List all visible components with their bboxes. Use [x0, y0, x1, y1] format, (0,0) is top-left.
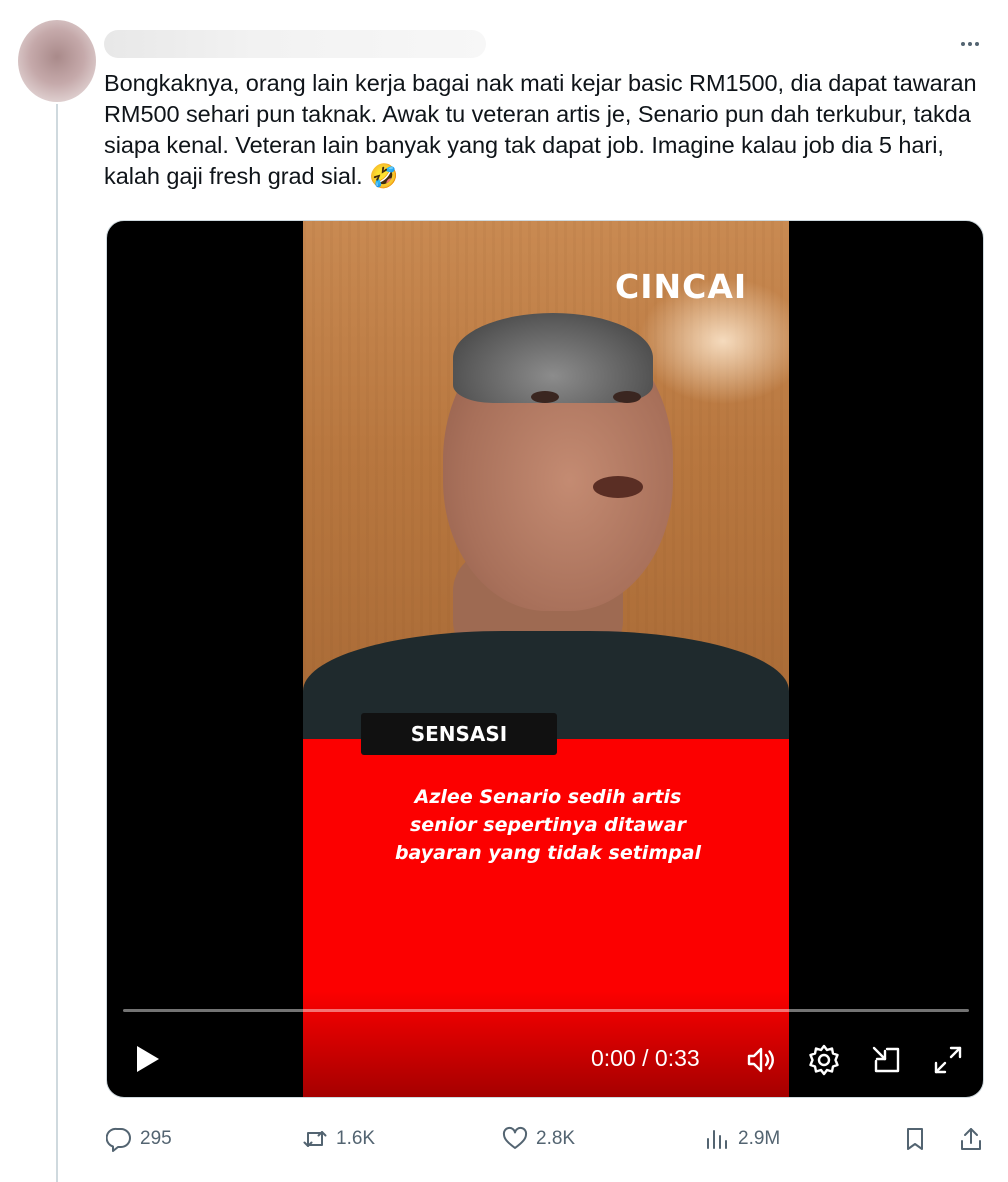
- share-icon: [961, 1128, 981, 1150]
- post-body: Bongkaknya, orang lain kerja bagai nak m…: [104, 70, 977, 189]
- more-options-button[interactable]: [952, 30, 988, 58]
- views-chart-icon: [707, 1130, 727, 1149]
- action-bar: 295 1.6K 2.8K 2.9M: [106, 1122, 986, 1156]
- bookmark-icon: [907, 1128, 923, 1150]
- person-eye: [531, 391, 559, 403]
- like-count: 2.8K: [536, 1128, 576, 1149]
- avatar[interactable]: [18, 20, 96, 102]
- bookmark-button[interactable]: [902, 1122, 928, 1156]
- share-button[interactable]: [958, 1122, 984, 1156]
- person-mouth: [593, 476, 643, 498]
- settings-gear-icon[interactable]: [807, 1043, 841, 1077]
- post-text: Bongkaknya, orang lain kerja bagai nak m…: [104, 68, 984, 192]
- author-name-redacted[interactable]: [104, 30, 486, 58]
- person-eye: [613, 391, 641, 403]
- category-tag: SENSASI: [361, 713, 557, 755]
- headline-line: senior sepertinya ditawar: [409, 814, 687, 836]
- picture-in-picture-icon[interactable]: [869, 1043, 903, 1077]
- repost-count: 1.6K: [336, 1128, 376, 1149]
- video-headline: Azlee Senario sedih artis senior seperti…: [343, 783, 753, 867]
- headline-line: bayaran yang tidak setimpal: [394, 842, 702, 864]
- views-count: 2.9M: [738, 1128, 781, 1149]
- repost-button[interactable]: 1.6K: [302, 1122, 375, 1156]
- play-icon[interactable]: [131, 1043, 163, 1075]
- like-button[interactable]: 2.8K: [502, 1122, 575, 1156]
- video-player[interactable]: CINCAI SENSASI Azlee Senario sedih artis…: [106, 220, 984, 1098]
- repost-icon: [303, 1131, 327, 1147]
- fullscreen-icon[interactable]: [931, 1043, 965, 1077]
- thread-line: [56, 104, 58, 1182]
- video-time: 0:00 / 0:33: [591, 1045, 700, 1071]
- person-hair: [453, 313, 653, 403]
- heart-icon: [502, 1126, 528, 1149]
- more-dot-icon: [961, 42, 965, 46]
- more-dot-icon: [975, 42, 979, 46]
- headline-line: Azlee Senario sedih artis: [414, 786, 682, 808]
- more-dot-icon: [968, 42, 972, 46]
- rofl-emoji-icon: 🤣: [369, 163, 399, 189]
- volume-icon[interactable]: [745, 1043, 779, 1077]
- reply-count: 295: [140, 1128, 172, 1149]
- reply-icon: [106, 1127, 131, 1152]
- video-frame: CINCAI SENSASI Azlee Senario sedih artis…: [303, 221, 789, 1097]
- controls-gradient: [303, 991, 789, 1097]
- video-progress-bar[interactable]: [123, 1009, 969, 1012]
- brand-logo: CINCAI: [615, 267, 748, 306]
- reply-button[interactable]: 295: [106, 1122, 172, 1156]
- views-button[interactable]: 2.9M: [704, 1122, 780, 1156]
